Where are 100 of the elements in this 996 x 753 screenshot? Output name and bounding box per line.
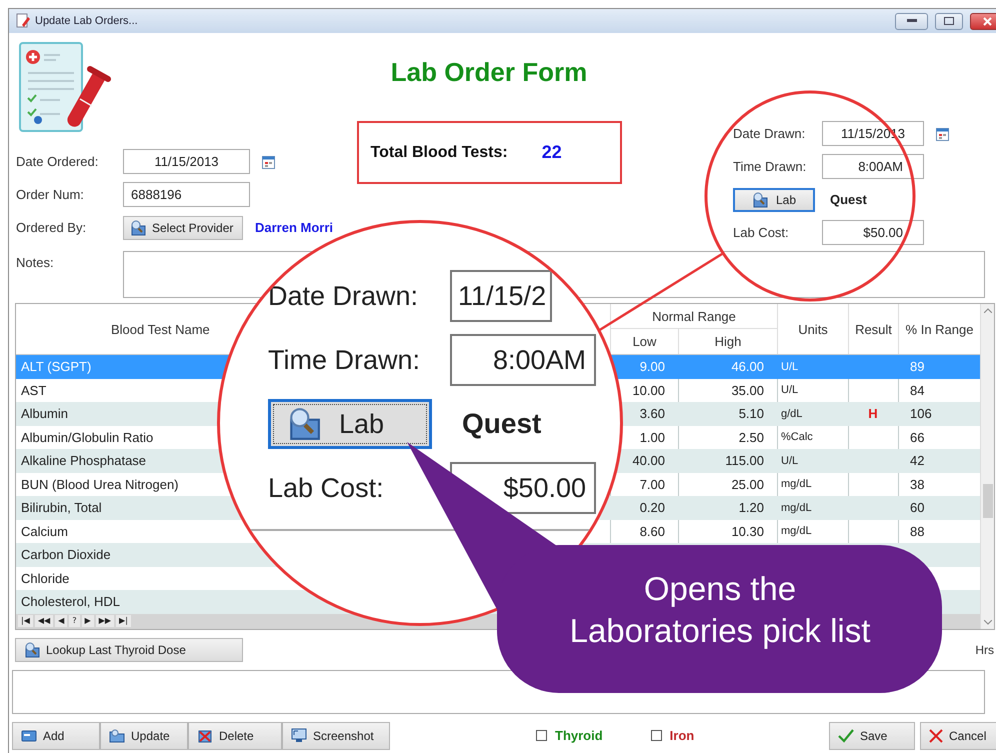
navigator-button[interactable]: ◀◀ bbox=[34, 615, 54, 627]
checkmark-icon bbox=[838, 728, 854, 742]
folder-icon bbox=[109, 728, 125, 742]
lookup-icon bbox=[287, 407, 321, 441]
cancel-button[interactable]: Cancel bbox=[920, 722, 996, 750]
table-cell: 35.00 bbox=[731, 382, 764, 398]
navigator-button[interactable]: ? bbox=[69, 615, 80, 627]
select-provider-button[interactable]: Select Provider bbox=[123, 216, 243, 240]
table-cell: 8.60 bbox=[640, 524, 665, 539]
table-cell: mg/dL bbox=[781, 502, 812, 514]
navigator-button[interactable]: |◀ bbox=[18, 615, 33, 627]
table-cell: H bbox=[868, 406, 878, 422]
table-cell: mg/dL bbox=[781, 525, 812, 538]
column-header: Blood Test Name bbox=[110, 320, 211, 338]
field-label: Order Num: bbox=[16, 187, 85, 202]
save-button[interactable]: Save bbox=[829, 722, 915, 750]
screenshot-button[interactable]: Screenshot bbox=[282, 722, 390, 750]
provider-name: Darren Morri bbox=[255, 220, 334, 235]
table-cell: 1.00 bbox=[640, 430, 665, 445]
maximize-button[interactable] bbox=[935, 12, 963, 30]
table-cell: 115.00 bbox=[725, 453, 764, 468]
update-button[interactable]: Update bbox=[100, 722, 188, 750]
table-cell: U/L bbox=[781, 454, 798, 467]
table-cell: 25.00 bbox=[731, 476, 764, 492]
table-cell: 66 bbox=[910, 430, 924, 445]
monitor-icon bbox=[291, 728, 307, 743]
delete-icon bbox=[197, 728, 213, 742]
field-label: Date Drawn: bbox=[268, 280, 420, 312]
column-header: Units bbox=[777, 304, 848, 354]
table-cell: Albumin bbox=[21, 406, 68, 422]
hours-label: Hrs bbox=[975, 642, 994, 656]
table-cell: Carbon Dioxide bbox=[21, 547, 111, 562]
column-header: Normal Range bbox=[610, 304, 777, 329]
total-value: 22 bbox=[542, 142, 562, 163]
field-label: Date Drawn: bbox=[733, 126, 806, 141]
table-cell: U/L bbox=[781, 384, 798, 396]
table-cell: AST bbox=[21, 382, 46, 398]
field-label: Lab Cost: bbox=[268, 472, 385, 504]
lab-name: Quest bbox=[830, 192, 867, 207]
minimize-button[interactable] bbox=[895, 12, 928, 30]
lab-button[interactable]: Lab bbox=[268, 399, 432, 449]
table-cell: 3.60 bbox=[640, 406, 665, 422]
table-cell: Alkaline Phosphatase bbox=[21, 453, 146, 468]
table-cell: 106 bbox=[910, 406, 932, 422]
field-label: Time Drawn: bbox=[733, 159, 808, 174]
table-cell: 0.20 bbox=[640, 500, 665, 516]
field-label: Ordered By: bbox=[16, 220, 88, 235]
checkbox[interactable] bbox=[650, 730, 662, 741]
lab-button[interactable]: Lab bbox=[733, 188, 815, 212]
table-cell: Albumin/Globulin Ratio bbox=[21, 430, 154, 445]
input-field[interactable]: $50.00 bbox=[822, 220, 924, 245]
navigator-button[interactable]: ▶ bbox=[82, 615, 94, 627]
input-field[interactable]: 8:00AM bbox=[450, 334, 596, 386]
lookup-icon bbox=[130, 220, 146, 236]
calendar-icon bbox=[262, 154, 275, 168]
checkbox-label: Iron bbox=[670, 728, 694, 743]
scroll-up-icon[interactable] bbox=[984, 308, 992, 313]
table-cell: 7.00 bbox=[640, 476, 665, 492]
scroll-thumb[interactable] bbox=[983, 484, 993, 518]
input-field[interactable]: 8:00AM bbox=[822, 154, 924, 179]
add-button[interactable]: Add bbox=[12, 722, 100, 750]
table-cell: 9.00 bbox=[640, 359, 665, 374]
table-cell: 1.20 bbox=[738, 500, 764, 516]
table-cell: U/L bbox=[781, 360, 798, 373]
table-cell: 10.30 bbox=[731, 524, 764, 539]
table-cell: 60 bbox=[910, 500, 924, 516]
notes-label: Notes: bbox=[16, 254, 55, 272]
table-cell: Chloride bbox=[21, 570, 70, 586]
delete-button[interactable]: Delete bbox=[188, 722, 282, 750]
checkbox[interactable] bbox=[536, 730, 547, 741]
input-field[interactable]: 11/15/2 bbox=[450, 270, 552, 322]
scroll-down-icon[interactable] bbox=[984, 620, 992, 624]
date-field[interactable]: 11/15/2013 bbox=[123, 149, 250, 174]
field-label: Time Drawn: bbox=[268, 344, 422, 376]
lookup-icon bbox=[752, 192, 768, 208]
table-cell: 84 bbox=[910, 382, 924, 398]
card-icon bbox=[21, 728, 37, 742]
close-button[interactable] bbox=[970, 12, 996, 30]
table-cell: 88 bbox=[910, 524, 924, 539]
table-cell: 38 bbox=[910, 476, 924, 492]
column-header: Result bbox=[848, 304, 898, 354]
lookup-button[interactable]: Lookup Last Thyroid Dose bbox=[15, 638, 243, 662]
table-cell: Bilirubin, Total bbox=[21, 500, 102, 516]
navigator-button[interactable]: ◀ bbox=[55, 615, 68, 627]
maximize-icon bbox=[944, 17, 954, 25]
navigator-button[interactable]: ▶▶ bbox=[96, 615, 114, 627]
total-label: Total Blood Tests: bbox=[370, 144, 508, 162]
table-cell: Calcium bbox=[21, 524, 68, 539]
table-cell: 46.00 bbox=[731, 359, 764, 374]
navigator-button[interactable]: ▶| bbox=[116, 615, 131, 627]
table-cell: mg/dL bbox=[781, 478, 812, 490]
cross-icon bbox=[929, 728, 943, 742]
minimize-icon bbox=[906, 19, 916, 23]
window-title: Update Lab Orders... bbox=[35, 15, 138, 27]
input-field[interactable]: 6888196 bbox=[123, 182, 250, 207]
table-cell: Cholesterol, HDL bbox=[21, 594, 120, 610]
table-cell: 10.00 bbox=[632, 382, 665, 398]
column-header: High bbox=[678, 329, 777, 354]
lookup-icon bbox=[24, 642, 40, 658]
scrollbar[interactable] bbox=[980, 304, 994, 628]
